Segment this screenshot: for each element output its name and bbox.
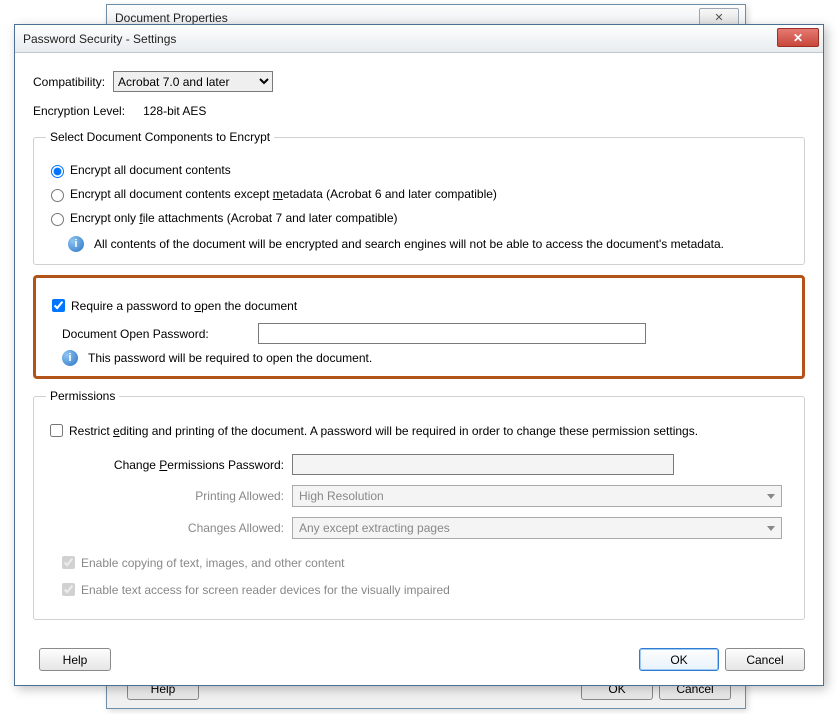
encrypt-attachments-radio[interactable] — [51, 213, 64, 226]
document-open-password-field[interactable] — [258, 323, 646, 344]
encrypt-except-metadata-row[interactable]: Encrypt all document contents except met… — [46, 186, 792, 202]
printing-allowed-select: High Resolution — [292, 485, 782, 507]
permissions-group: Permissions Restrict editing and printin… — [33, 389, 805, 620]
enable-copying-row: Enable copying of text, images, and othe… — [58, 553, 792, 572]
change-permissions-password-label: Change Permissions Password: — [76, 458, 284, 472]
open-password-section: Require a password to open the document … — [33, 275, 805, 379]
back-dialog-title: Document Properties — [115, 11, 228, 25]
enable-copying-label: Enable copying of text, images, and othe… — [81, 556, 345, 570]
password-security-dialog: Password Security - Settings ✕ Compatibi… — [14, 24, 824, 686]
dialog-content: Compatibility: Acrobat 7.0 and later Enc… — [15, 53, 823, 685]
encrypt-attachments-row[interactable]: Encrypt only file attachments (Acrobat 7… — [46, 210, 792, 226]
encrypt-info-text: All contents of the document will be enc… — [94, 237, 724, 251]
enable-screenreader-checkbox — [62, 583, 75, 596]
permissions-legend: Permissions — [46, 389, 119, 403]
front-close-button[interactable]: ✕ — [777, 28, 819, 47]
encrypt-except-metadata-label: Encrypt all document contents except met… — [70, 187, 497, 201]
encryption-level-label: Encryption Level: — [33, 104, 125, 118]
document-open-password-row: Document Open Password: — [62, 323, 790, 344]
changes-allowed-row: Changes Allowed: Any except extracting p… — [106, 517, 792, 539]
restrict-editing-checkbox[interactable] — [50, 424, 63, 437]
changes-allowed-label: Changes Allowed: — [106, 521, 284, 535]
front-titlebar: Password Security - Settings ✕ — [15, 25, 823, 53]
compatibility-row: Compatibility: Acrobat 7.0 and later — [33, 71, 805, 92]
encrypt-all-label: Encrypt all document contents — [70, 163, 231, 177]
open-password-info-row: i This password will be required to open… — [62, 350, 790, 366]
compatibility-select[interactable]: Acrobat 7.0 and later — [113, 71, 273, 92]
ok-button[interactable]: OK — [639, 648, 719, 671]
encrypt-all-row[interactable]: Encrypt all document contents — [46, 162, 792, 178]
info-icon: i — [68, 236, 84, 252]
enable-copying-checkbox — [62, 556, 75, 569]
enable-screenreader-label: Enable text access for screen reader dev… — [81, 583, 450, 597]
close-icon: ✕ — [714, 11, 723, 24]
require-open-password-checkbox[interactable] — [52, 299, 65, 312]
encrypt-components-legend: Select Document Components to Encrypt — [46, 130, 274, 144]
cancel-button[interactable]: Cancel — [725, 648, 805, 671]
change-permissions-password-row: Change Permissions Password: — [76, 454, 792, 475]
encryption-level-row: Encryption Level: 128-bit AES — [33, 104, 805, 118]
front-dialog-title: Password Security - Settings — [23, 32, 176, 46]
require-open-password-label: Require a password to open the document — [71, 299, 297, 313]
restrict-editing-row[interactable]: Restrict editing and printing of the doc… — [46, 421, 792, 440]
enable-screenreader-row: Enable text access for screen reader dev… — [58, 580, 792, 599]
close-icon: ✕ — [793, 31, 803, 45]
encrypt-attachments-label: Encrypt only file attachments (Acrobat 7… — [70, 211, 398, 225]
printing-allowed-label: Printing Allowed: — [106, 489, 284, 503]
restrict-editing-label: Restrict editing and printing of the doc… — [69, 424, 698, 438]
document-open-password-label: Document Open Password: — [62, 327, 258, 341]
front-dialog-footer: Help OK Cancel — [33, 648, 805, 671]
encrypt-info-row: i All contents of the document will be e… — [68, 236, 792, 252]
help-button[interactable]: Help — [39, 648, 111, 671]
info-icon: i — [62, 350, 78, 366]
encrypt-except-metadata-radio[interactable] — [51, 189, 64, 202]
printing-allowed-row: Printing Allowed: High Resolution — [106, 485, 792, 507]
open-password-info-text: This password will be required to open t… — [88, 351, 372, 365]
encryption-level-value: 128-bit AES — [143, 104, 206, 118]
changes-allowed-select: Any except extracting pages — [292, 517, 782, 539]
encrypt-components-group: Select Document Components to Encrypt En… — [33, 130, 805, 265]
change-permissions-password-field — [292, 454, 674, 475]
compatibility-label: Compatibility: — [33, 75, 105, 89]
encrypt-all-radio[interactable] — [51, 165, 64, 178]
require-open-password-row[interactable]: Require a password to open the document — [48, 296, 790, 315]
